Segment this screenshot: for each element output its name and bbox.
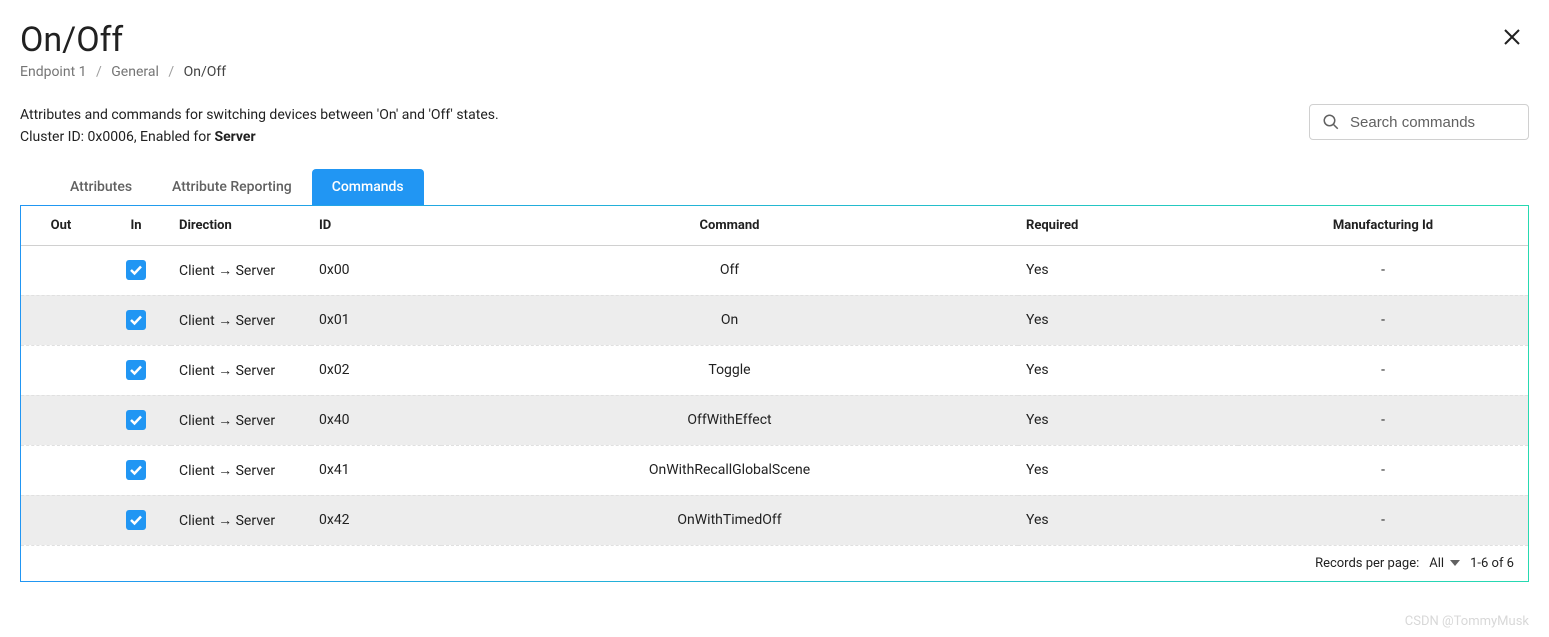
cell-in bbox=[101, 445, 171, 495]
table-footer: Records per page: All 1-6 of 6 bbox=[21, 546, 1528, 573]
th-direction: Direction bbox=[171, 206, 311, 246]
cell-required: Yes bbox=[1018, 445, 1238, 495]
check-icon bbox=[129, 263, 143, 277]
cell-out bbox=[21, 445, 101, 495]
table-row: Client → Server0x41OnWithRecallGlobalSce… bbox=[21, 445, 1528, 495]
in-checkbox[interactable] bbox=[126, 410, 146, 430]
check-icon bbox=[129, 513, 143, 527]
cell-direction: Client → Server bbox=[171, 345, 311, 395]
breadcrumb-endpoint[interactable]: Endpoint 1 bbox=[20, 64, 87, 80]
cell-required: Yes bbox=[1018, 245, 1238, 295]
breadcrumb-current: On/Off bbox=[184, 64, 227, 80]
cell-out bbox=[21, 245, 101, 295]
records-per-page-select[interactable]: All bbox=[1429, 556, 1460, 571]
table-row: Client → Server0x40OffWithEffectYes- bbox=[21, 395, 1528, 445]
cell-in bbox=[101, 245, 171, 295]
desc-prefix: Cluster ID: 0x0006, Enabled for bbox=[20, 129, 214, 145]
in-checkbox[interactable] bbox=[126, 310, 146, 330]
th-in: In bbox=[101, 206, 171, 246]
check-icon bbox=[129, 313, 143, 327]
cell-in bbox=[101, 295, 171, 345]
close-icon bbox=[1503, 28, 1521, 46]
cell-mfg: - bbox=[1238, 345, 1528, 395]
desc-line1: Attributes and commands for switching de… bbox=[20, 104, 499, 126]
tab-commands[interactable]: Commands bbox=[312, 169, 424, 205]
records-range: 1-6 of 6 bbox=[1470, 556, 1514, 571]
table-row: Client → Server0x02ToggleYes- bbox=[21, 345, 1528, 395]
th-out: Out bbox=[21, 206, 101, 246]
commands-table: Out In Direction ID Command Required Man… bbox=[21, 206, 1528, 546]
cell-mfg: - bbox=[1238, 395, 1528, 445]
cell-direction: Client → Server bbox=[171, 395, 311, 445]
th-mfg: Manufacturing Id bbox=[1238, 206, 1528, 246]
th-command: Command bbox=[441, 206, 1018, 246]
search-box[interactable] bbox=[1309, 104, 1529, 140]
records-per-page-label: Records per page: bbox=[1315, 556, 1419, 571]
cell-mfg: - bbox=[1238, 245, 1528, 295]
cell-command: OnWithRecallGlobalScene bbox=[441, 445, 1018, 495]
th-required: Required bbox=[1018, 206, 1238, 246]
records-per-page-value: All bbox=[1429, 556, 1444, 571]
cell-command: OffWithEffect bbox=[441, 395, 1018, 445]
page-title: On/Off bbox=[20, 20, 226, 60]
tab-attributes[interactable]: Attributes bbox=[50, 169, 152, 205]
cell-out bbox=[21, 495, 101, 545]
breadcrumb-sep: / bbox=[168, 64, 174, 80]
cell-command: OnWithTimedOff bbox=[441, 495, 1018, 545]
cell-id: 0x41 bbox=[311, 445, 441, 495]
cell-command: Toggle bbox=[441, 345, 1018, 395]
breadcrumb-general[interactable]: General bbox=[111, 64, 159, 80]
in-checkbox[interactable] bbox=[126, 460, 146, 480]
check-icon bbox=[129, 363, 143, 377]
cell-id: 0x00 bbox=[311, 245, 441, 295]
table-row: Client → Server0x42OnWithTimedOffYes- bbox=[21, 495, 1528, 545]
table-row: Client → Server0x01OnYes- bbox=[21, 295, 1528, 345]
cell-in bbox=[101, 345, 171, 395]
cell-direction: Client → Server bbox=[171, 295, 311, 345]
table-row: Client → Server0x00OffYes- bbox=[21, 245, 1528, 295]
cell-in bbox=[101, 495, 171, 545]
in-checkbox[interactable] bbox=[126, 510, 146, 530]
check-icon bbox=[129, 463, 143, 477]
tab-attribute-reporting[interactable]: Attribute Reporting bbox=[152, 169, 312, 205]
desc-server: Server bbox=[214, 129, 255, 145]
chevron-down-icon bbox=[1450, 560, 1460, 566]
check-icon bbox=[129, 413, 143, 427]
tabs: Attributes Attribute Reporting Commands bbox=[50, 169, 1529, 205]
search-icon bbox=[1322, 113, 1340, 131]
cell-out bbox=[21, 295, 101, 345]
cell-required: Yes bbox=[1018, 345, 1238, 395]
cluster-description: Attributes and commands for switching de… bbox=[20, 104, 499, 149]
th-id: ID bbox=[311, 206, 441, 246]
cell-id: 0x02 bbox=[311, 345, 441, 395]
commands-table-container: Out In Direction ID Command Required Man… bbox=[20, 205, 1529, 582]
breadcrumb-sep: / bbox=[96, 64, 102, 80]
cell-direction: Client → Server bbox=[171, 445, 311, 495]
breadcrumb: Endpoint 1 / General / On/Off bbox=[20, 64, 226, 80]
in-checkbox[interactable] bbox=[126, 360, 146, 380]
cell-direction: Client → Server bbox=[171, 245, 311, 295]
in-checkbox[interactable] bbox=[126, 260, 146, 280]
cell-id: 0x40 bbox=[311, 395, 441, 445]
cell-command: On bbox=[441, 295, 1018, 345]
cell-id: 0x01 bbox=[311, 295, 441, 345]
cell-required: Yes bbox=[1018, 395, 1238, 445]
cell-command: Off bbox=[441, 245, 1018, 295]
cell-out bbox=[21, 345, 101, 395]
cell-direction: Client → Server bbox=[171, 495, 311, 545]
cell-in bbox=[101, 395, 171, 445]
cell-mfg: - bbox=[1238, 295, 1528, 345]
cell-mfg: - bbox=[1238, 495, 1528, 545]
cell-required: Yes bbox=[1018, 295, 1238, 345]
cell-required: Yes bbox=[1018, 495, 1238, 545]
search-input[interactable] bbox=[1350, 114, 1516, 131]
cell-id: 0x42 bbox=[311, 495, 441, 545]
cell-out bbox=[21, 395, 101, 445]
cell-mfg: - bbox=[1238, 445, 1528, 495]
watermark: CSDN @TommyMusk bbox=[1405, 614, 1529, 629]
close-button[interactable] bbox=[1495, 20, 1529, 56]
